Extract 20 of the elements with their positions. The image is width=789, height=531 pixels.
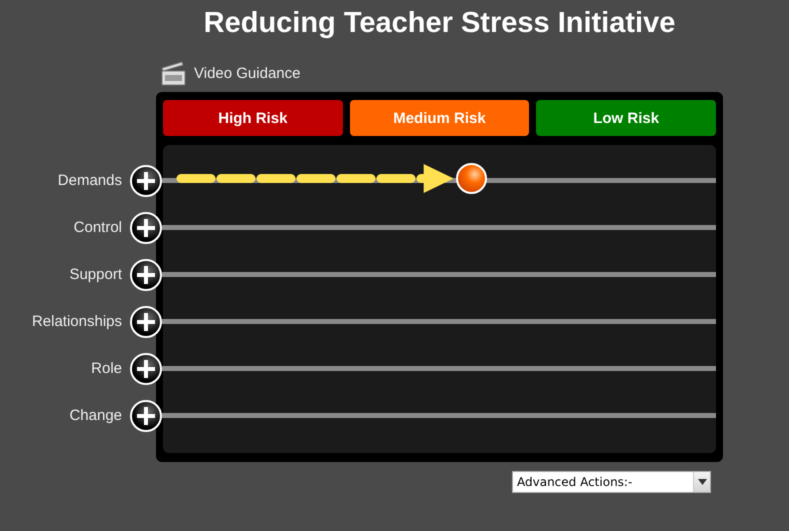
- row-label: Demands: [56, 172, 122, 189]
- add-icon[interactable]: [130, 352, 162, 384]
- add-icon[interactable]: [130, 258, 162, 290]
- risk-band[interactable]: Low Risk: [536, 100, 716, 136]
- page-title: Reducing Teacher Stress Initiative: [204, 6, 676, 40]
- position-marker[interactable]: [456, 163, 487, 194]
- row-label: Role: [90, 360, 122, 377]
- clapperboard-icon: [160, 60, 187, 86]
- row-label: Support: [68, 266, 122, 283]
- add-icon[interactable]: [130, 400, 162, 432]
- risk-band[interactable]: High Risk: [163, 100, 343, 136]
- row-label: Relationships: [30, 313, 122, 330]
- caret-icon: [698, 479, 706, 485]
- actions-dropdown[interactable]: Advanced Actions:-: [512, 471, 711, 493]
- video-guidance-link[interactable]: Video Guidance: [160, 60, 300, 86]
- add-icon[interactable]: [130, 306, 162, 338]
- add-icon[interactable]: [130, 164, 162, 196]
- row-label: Change: [68, 407, 122, 424]
- add-icon[interactable]: [130, 212, 162, 244]
- row-label: Control: [72, 219, 122, 236]
